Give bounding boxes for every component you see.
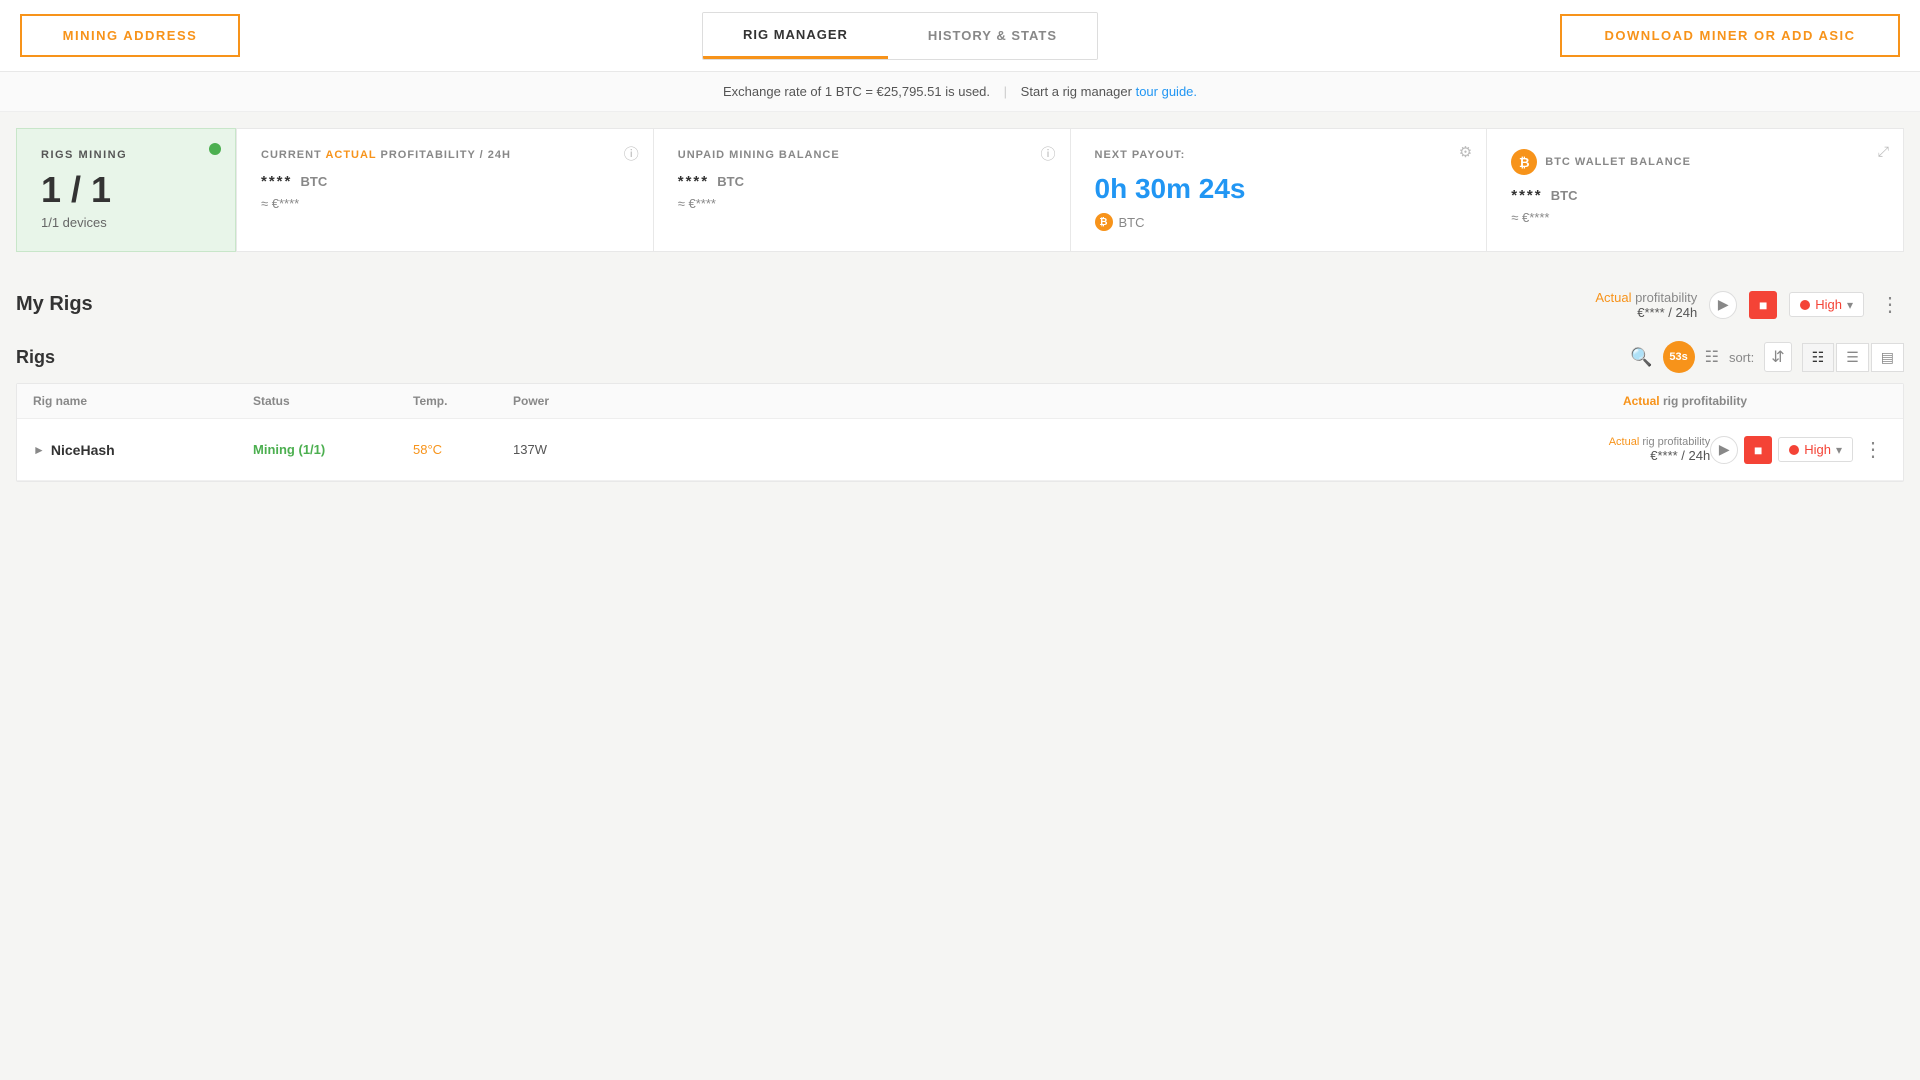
next-payout-label: NEXT PAYOUT: (1095, 149, 1463, 161)
table-row: ► NiceHash Mining (1/1) 58°C 137W Actual… (17, 419, 1903, 481)
my-rigs-stop-button[interactable]: ■ (1749, 291, 1777, 319)
rig-manager-text: Start a rig manager (1021, 84, 1132, 99)
mining-address-button[interactable]: MINING ADDRESS (20, 14, 240, 57)
rigs-controls: 🔍 53s ☷ sort: ⇵ ☷ ☰ ▤ (1630, 341, 1904, 373)
profitability-eur: ≈ €**** (261, 196, 629, 211)
rigs-sort-label: sort: (1729, 350, 1754, 365)
my-rigs-profit-value: €**** / 24h (1595, 305, 1697, 320)
wallet-label: BTC WALLET BALANCE (1545, 156, 1691, 168)
high-label: High (1815, 297, 1842, 312)
rigs-filter-icon[interactable]: ☷ (1705, 347, 1719, 367)
rig-temp-cell: 58°C (413, 442, 513, 457)
center-tabs: RIG MANAGER HISTORY & STATS (702, 12, 1098, 60)
unpaid-value: **** BTC (678, 173, 1046, 190)
exchange-bar: Exchange rate of 1 BTC = €25,795.51 is u… (0, 72, 1920, 112)
col-rig-name-header: Rig name (33, 394, 253, 408)
unpaid-label: UNPAID MINING BALANCE (678, 149, 1046, 161)
rig-table-header: Rig name Status Temp. Power Actual rig p… (17, 384, 1903, 419)
col-profit-header: Actual rig profitability (1487, 394, 1747, 408)
rig-expand-icon[interactable]: ► (33, 443, 45, 457)
my-rigs-profit-label: Actual profitability (1595, 290, 1697, 305)
tour-guide-link[interactable]: tour guide. (1136, 84, 1197, 99)
unpaid-eur: ≈ €**** (678, 196, 1046, 211)
tab-rig-manager[interactable]: RIG MANAGER (703, 13, 888, 59)
rigs-search-icon[interactable]: 🔍 (1630, 347, 1652, 368)
high-dropdown-icon: ▾ (1847, 298, 1853, 312)
my-rigs-play-button[interactable]: ▶ (1709, 291, 1737, 319)
download-miner-button[interactable]: DOWNLOAD MINER OR ADD ASIC (1560, 14, 1900, 57)
col-power-header: Power (513, 394, 613, 408)
rig-table: Rig name Status Temp. Power Actual rig p… (16, 383, 1904, 482)
my-rigs-title: My Rigs (16, 293, 93, 316)
my-rigs-controls: Actual profitability €**** / 24h ▶ ■ Hig… (1595, 288, 1904, 321)
my-rigs-section-header: My Rigs Actual profitability €**** / 24h… (0, 268, 1920, 331)
unpaid-info-icon[interactable]: ⓘ (1040, 143, 1055, 164)
rig-power-cell: 137W (513, 442, 613, 457)
online-indicator (209, 143, 221, 155)
rigs-detail-view-button[interactable]: ▤ (1871, 343, 1904, 372)
wallet-value: **** BTC (1511, 187, 1879, 204)
profitability-value: **** BTC (261, 173, 629, 190)
rig-high-dot (1789, 445, 1799, 455)
col-status-header: Status (253, 394, 413, 408)
unpaid-balance-card: ⓘ UNPAID MINING BALANCE **** BTC ≈ €**** (653, 128, 1070, 252)
top-nav: MINING ADDRESS RIG MANAGER HISTORY & STA… (0, 0, 1920, 72)
btc-icon-small: ₿ (1095, 213, 1113, 231)
next-payout-currency: ₿ BTC (1095, 213, 1463, 231)
exchange-rate-text: Exchange rate of 1 BTC = €25,795.51 is u… (723, 84, 990, 99)
rigs-grid-view-button[interactable]: ☷ (1802, 343, 1835, 372)
wallet-eur: ≈ €**** (1511, 210, 1879, 225)
btc-wallet-icon: ₿ (1511, 149, 1537, 175)
high-dot (1800, 300, 1810, 310)
profitability-card: ⓘ CURRENT ACTUAL PROFITABILITY / 24H ***… (236, 128, 653, 252)
rig-name-cell: ► NiceHash (33, 442, 253, 458)
rig-status-cell: Mining (1/1) (253, 442, 413, 457)
rigs-mining-label: RIGS MINING (41, 149, 211, 161)
rigs-title: Rigs (16, 347, 55, 368)
rigs-section: Rigs 🔍 53s ☷ sort: ⇵ ☷ ☰ ▤ Rig name Stat… (0, 331, 1920, 492)
rig-actions-cell: ▶ ■ High ▾ ⋮ (1710, 433, 1887, 466)
rigs-mining-value: 1 / 1 (41, 169, 211, 211)
rigs-view-buttons: ☷ ☰ ▤ (1802, 343, 1904, 372)
wallet-header: ₿ BTC WALLET BALANCE (1511, 149, 1879, 175)
my-rigs-high-badge[interactable]: High ▾ (1789, 292, 1864, 317)
tab-history-stats[interactable]: HISTORY & STATS (888, 13, 1097, 59)
next-payout-card: ⚙ NEXT PAYOUT: 0h 30m 24s ₿ BTC (1070, 128, 1487, 252)
rig-profit-value: €**** / 24h (1450, 448, 1710, 463)
rig-name: NiceHash (51, 442, 115, 458)
profitability-card-label: CURRENT ACTUAL PROFITABILITY / 24H (261, 149, 629, 161)
stats-row: RIGS MINING 1 / 1 1/1 devices ⓘ CURRENT … (0, 112, 1920, 268)
rigs-section-header: Rigs 🔍 53s ☷ sort: ⇵ ☷ ☰ ▤ (16, 341, 1904, 373)
rigs-list-view-button[interactable]: ☰ (1836, 343, 1869, 372)
next-payout-time: 0h 30m 24s (1095, 173, 1463, 205)
rigs-sort-button[interactable]: ⇵ (1764, 342, 1791, 372)
my-rigs-profitability: Actual profitability €**** / 24h (1595, 290, 1697, 320)
rig-profit-cell: Actual rig profitability €**** / 24h (1450, 436, 1710, 463)
payout-gear-icon[interactable]: ⚙ (1459, 143, 1472, 161)
wallet-expand-icon[interactable]: ⤢ (1878, 143, 1889, 160)
rigs-timer-badge: 53s (1663, 341, 1695, 373)
divider: | (1004, 84, 1007, 99)
col-temp-header: Temp. (413, 394, 513, 408)
rig-high-label: High (1804, 442, 1831, 457)
my-rigs-more-button[interactable]: ⋮ (1876, 288, 1904, 321)
rig-profit-label: Actual rig profitability (1450, 436, 1710, 448)
rigs-mining-card: RIGS MINING 1 / 1 1/1 devices (16, 128, 236, 252)
rig-more-button[interactable]: ⋮ (1859, 433, 1887, 466)
rigs-mining-devices: 1/1 devices (41, 215, 211, 230)
rig-stop-button[interactable]: ■ (1744, 436, 1772, 464)
profitability-info-icon[interactable]: ⓘ (624, 143, 639, 164)
rig-high-dropdown-icon: ▾ (1836, 443, 1842, 457)
rig-high-badge[interactable]: High ▾ (1778, 437, 1853, 462)
rig-play-button[interactable]: ▶ (1710, 436, 1738, 464)
btc-wallet-card: ⤢ ₿ BTC WALLET BALANCE **** BTC ≈ €**** (1486, 128, 1904, 252)
